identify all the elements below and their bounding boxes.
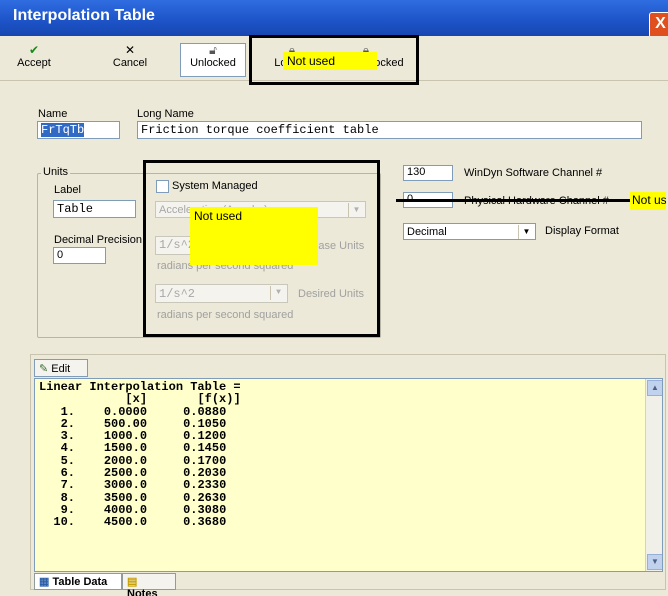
software-channel-field[interactable]: 130	[403, 165, 453, 181]
x-icon: ✕	[124, 43, 136, 57]
annotation-not-used-units: Not used	[190, 207, 318, 265]
open-lock-icon: 🔓︎	[209, 43, 217, 57]
unlocked-button[interactable]: 🔓︎ Unlocked	[180, 43, 246, 77]
grid-icon: ▦	[39, 576, 50, 588]
cancel-label: Cancel	[112, 57, 148, 69]
interpolation-table-window: Interpolation Table X ✔ Accept ✕ Cancel …	[0, 0, 668, 596]
label-label: Label	[54, 184, 81, 196]
units-group-label: Units	[41, 166, 71, 178]
checkmark-icon: ✔	[28, 43, 40, 57]
display-format-value: Decimal	[407, 226, 447, 238]
row-fx-value: 0.3680	[183, 515, 227, 530]
display-format-label: Display Format	[545, 225, 619, 237]
name-label: Name	[38, 108, 68, 120]
accept-label: Accept	[17, 57, 51, 69]
annotation-not-used-channel: Not used	[630, 192, 666, 210]
tab-table-data[interactable]: ▦ Table Data	[34, 573, 122, 590]
units-label-field[interactable]: Table	[53, 200, 136, 218]
vertical-scrollbar[interactable]: ▲ ▼	[645, 379, 662, 571]
decimal-precision-label: Decimal Precision	[54, 234, 143, 246]
edit-label: Edit	[51, 363, 71, 375]
close-button[interactable]: X	[649, 12, 668, 38]
name-field[interactable]: FrTqTb	[37, 121, 120, 139]
tab-notes[interactable]: ▤ Notes	[122, 573, 176, 596]
display-format-dropdown[interactable]: Decimal ▼	[403, 223, 536, 240]
title-bar[interactable]: Interpolation Table X	[0, 0, 668, 38]
chevron-down-icon: ▼	[518, 225, 534, 239]
scroll-down-icon[interactable]: ▼	[647, 554, 662, 570]
edit-button[interactable]: ✎ Edit	[34, 359, 88, 377]
decimal-precision-field[interactable]: 0	[53, 247, 106, 264]
cancel-button[interactable]: ✕ Cancel	[104, 44, 156, 76]
pencil-icon: ✎	[39, 363, 49, 375]
name-value: FrTqTb	[41, 123, 85, 137]
row-index: 10.	[53, 515, 76, 530]
software-channel-label: WinDyn Software Channel #	[464, 167, 603, 179]
long-name-field[interactable]: Friction torque coefficient table	[137, 121, 642, 139]
notepad-icon: ▤	[127, 576, 138, 588]
long-name-label: Long Name	[137, 108, 194, 120]
table-rows: 1. 0.0000 0.0880 2. 500.00 0.1050 3. 100…	[39, 405, 226, 530]
tab-table-data-label: Table Data	[52, 576, 108, 588]
annotation-not-used-toolbar: Not used	[283, 52, 377, 70]
strikethrough-line	[396, 199, 630, 202]
window-title: Interpolation Table	[13, 7, 155, 24]
table-data-area[interactable]: Linear Interpolation Table = [x] [f(x)] …	[34, 378, 663, 572]
scroll-up-icon[interactable]: ▲	[647, 380, 662, 396]
row-x-value: 4500.0	[103, 515, 148, 530]
table-row: 10. 4500.0 0.3680	[39, 515, 226, 529]
accept-button[interactable]: ✔ Accept	[12, 44, 56, 76]
tab-notes-label: Notes	[127, 588, 158, 596]
unlocked-label: Unlocked	[190, 57, 236, 69]
table-content: Linear Interpolation Table = [x] [f(x)] …	[35, 379, 662, 531]
